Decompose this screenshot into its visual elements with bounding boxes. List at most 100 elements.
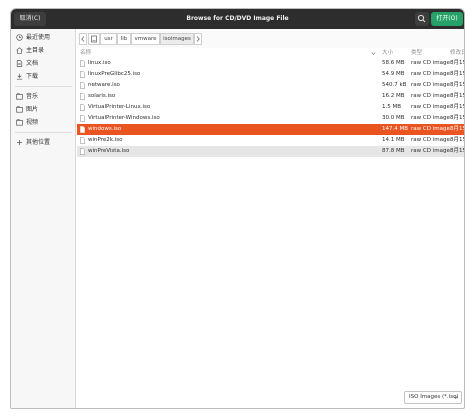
chevron-left-icon xyxy=(81,36,85,42)
file-type: raw CD image xyxy=(411,137,450,143)
column-header-size[interactable]: 大小 xyxy=(382,49,393,58)
file-name: linuxPreGlibc25.iso xyxy=(88,71,141,77)
column-header-name[interactable]: 名称 xyxy=(80,49,91,58)
file-modified: 8月15日 xyxy=(450,82,464,88)
file-list-header: 名称 大小 类型 修改日期 xyxy=(77,49,464,58)
sidebar-item-downloads[interactable]: 下载 xyxy=(11,71,76,83)
file-size: 1.5 MB xyxy=(382,104,402,110)
sidebar-item-label: 视频 xyxy=(26,119,39,126)
sidebar-item-label: 文档 xyxy=(26,60,39,67)
file-size: 58.6 MB xyxy=(382,60,405,66)
file-icon xyxy=(80,71,85,78)
file-size: 540.7 kB xyxy=(382,82,407,88)
drive-icon xyxy=(91,35,97,43)
file-type: raw CD image xyxy=(411,82,450,88)
file-type: raw CD image xyxy=(411,93,450,99)
table-row-selected[interactable]: windows.iso 147.4 MB raw CD image 8月15日 xyxy=(77,124,464,135)
document-icon xyxy=(16,60,23,67)
clock-icon xyxy=(16,34,23,41)
table-row[interactable]: linux.iso 58.6 MB raw CD image 8月15日 xyxy=(77,58,464,69)
sidebar-item-home[interactable]: 主目录 xyxy=(11,45,76,57)
sidebar-item-videos[interactable]: 视频 xyxy=(11,117,76,129)
column-header-modified[interactable]: 修改日期 xyxy=(450,49,464,58)
file-icon xyxy=(80,60,85,67)
file-icon xyxy=(80,148,85,155)
path-bar: usr lib vmware isoimages xyxy=(77,29,464,48)
file-modified: 8月15日 xyxy=(450,71,464,77)
file-size: 87.8 MB xyxy=(382,148,405,154)
table-row[interactable]: VirtualPrinter-Linux.iso 1.5 MB raw CD i… xyxy=(77,102,464,113)
dialog-title: Browse for CD/DVD Image File xyxy=(186,15,289,22)
sidebar-item-label: 下载 xyxy=(26,73,39,80)
file-type: raw CD image xyxy=(411,115,450,121)
file-modified: 8月15日 xyxy=(450,93,464,99)
file-type: raw CD image xyxy=(411,71,450,77)
column-header-type[interactable]: 类型 xyxy=(411,49,422,58)
places-sidebar: 最近使用 主目录 文档 下载 音乐 图片 视频 其他位置 xyxy=(11,29,76,408)
file-modified: 8月15日 xyxy=(450,137,464,143)
titlebar: 取消(C) Browse for CD/DVD Image File 打开(O) xyxy=(11,9,464,29)
file-icon xyxy=(80,104,85,111)
sidebar-item-documents[interactable]: 文档 xyxy=(11,58,76,70)
download-icon xyxy=(16,73,23,80)
file-modified: 8月15日 xyxy=(450,104,464,110)
sidebar-item-label: 图片 xyxy=(26,106,39,113)
table-row[interactable]: winPre2k.iso 14.1 MB raw CD image 8月15日 xyxy=(77,135,464,146)
table-row[interactable]: linuxPreGlibc25.iso 54.9 MB raw CD image… xyxy=(77,69,464,80)
path-root-button[interactable] xyxy=(88,33,100,45)
path-crumb-isoimages[interactable]: isoimages xyxy=(160,33,194,45)
file-icon xyxy=(80,137,85,144)
file-name: solaris.iso xyxy=(88,93,116,99)
file-type-filter[interactable]: ISO Images (*.iso) xyxy=(404,391,462,404)
file-icon xyxy=(80,126,85,133)
file-name: windows.iso xyxy=(88,126,122,132)
file-name: VirtualPrinter-Windows.iso xyxy=(88,115,160,121)
path-back-button[interactable] xyxy=(79,33,87,45)
file-name: linux.iso xyxy=(88,60,111,66)
chevron-down-icon xyxy=(453,396,458,399)
chevron-right-icon xyxy=(196,36,200,42)
file-size: 30.0 MB xyxy=(382,115,405,121)
sidebar-item-other-locations[interactable]: 其他位置 xyxy=(11,137,76,149)
sidebar-item-label: 音乐 xyxy=(26,93,39,100)
file-name: VirtualPrinter-Linux.iso xyxy=(88,104,151,110)
sort-down-icon xyxy=(371,52,376,56)
sidebar-divider xyxy=(15,86,72,87)
file-name: netware.iso xyxy=(88,82,120,88)
home-icon xyxy=(16,47,23,54)
file-modified: 8月15日 xyxy=(450,148,464,154)
file-type: raw CD image xyxy=(411,60,450,66)
sidebar-item-label: 其他位置 xyxy=(26,139,51,146)
path-crumb-vmware[interactable]: vmware xyxy=(131,33,160,45)
file-name: winPreVista.iso xyxy=(88,148,130,154)
file-size: 14.1 MB xyxy=(382,137,405,143)
table-row[interactable]: solaris.iso 16.2 MB raw CD image 8月15日 xyxy=(77,91,464,102)
file-size: 147.4 MB xyxy=(382,126,409,132)
file-modified: 8月15日 xyxy=(450,60,464,66)
sidebar-item-label: 最近使用 xyxy=(26,34,51,41)
path-crumb-lib[interactable]: lib xyxy=(117,33,131,45)
sidebar-item-pictures[interactable]: 图片 xyxy=(11,104,76,116)
file-size: 16.2 MB xyxy=(382,93,405,99)
file-icon xyxy=(80,115,85,122)
sidebar-item-label: 主目录 xyxy=(26,47,45,54)
path-forward-button[interactable] xyxy=(194,33,202,45)
open-button[interactable]: 打开(O) xyxy=(431,12,463,26)
table-row[interactable]: winPreVista.iso 87.8 MB raw CD image 8月1… xyxy=(77,146,464,157)
path-crumb-usr[interactable]: usr xyxy=(100,33,117,45)
file-modified: 8月15日 xyxy=(450,115,464,121)
file-type: raw CD image xyxy=(411,104,450,110)
file-size: 54.9 MB xyxy=(382,71,405,77)
file-modified: 8月15日 xyxy=(450,126,464,132)
video-icon xyxy=(16,119,23,126)
file-type: raw CD image xyxy=(411,126,450,132)
table-row[interactable]: netware.iso 540.7 kB raw CD image 8月15日 xyxy=(77,80,464,91)
file-type: raw CD image xyxy=(411,148,450,154)
image-icon xyxy=(16,106,23,113)
sidebar-item-recent[interactable]: 最近使用 xyxy=(11,32,76,44)
sidebar-item-music[interactable]: 音乐 xyxy=(11,91,76,103)
file-chooser-dialog: 取消(C) Browse for CD/DVD Image File 打开(O)… xyxy=(10,8,465,409)
search-button[interactable] xyxy=(415,12,429,26)
file-icon xyxy=(80,82,85,89)
table-row[interactable]: VirtualPrinter-Windows.iso 30.0 MB raw C… xyxy=(77,113,464,124)
